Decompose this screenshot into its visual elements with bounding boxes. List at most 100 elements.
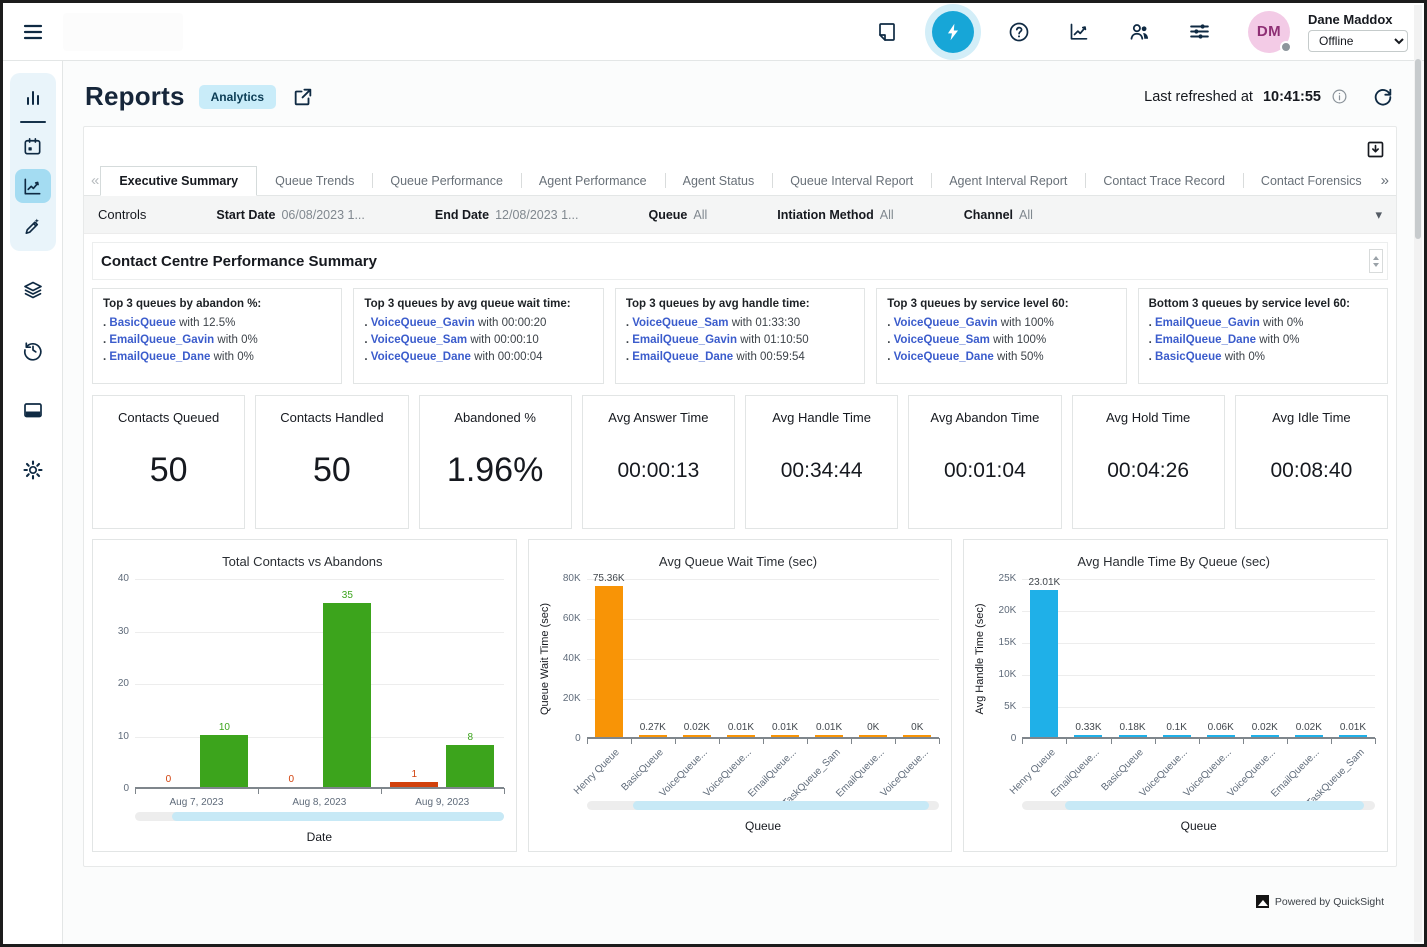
chart-title: Avg Handle Time By Queue (sec) xyxy=(972,554,1375,569)
sidebar-item-settings[interactable] xyxy=(15,453,51,487)
tab-agent-interval-report[interactable]: Agent Interval Report xyxy=(931,166,1085,195)
controls-collapse-icon[interactable]: ▾ xyxy=(1375,207,1382,223)
task-note-icon[interactable] xyxy=(866,11,908,53)
chart-scrollbar[interactable] xyxy=(1022,801,1375,810)
chart-scrollbar[interactable] xyxy=(587,801,940,810)
tab-queue-interval-report[interactable]: Queue Interval Report xyxy=(772,166,931,195)
bar[interactable] xyxy=(390,782,438,787)
bar[interactable] xyxy=(1074,735,1102,737)
insight-abandon-pct: Top 3 queues by abandon %: BasicQueue wi… xyxy=(92,288,342,384)
bar[interactable] xyxy=(200,735,248,788)
page-scrollbar[interactable] xyxy=(1414,5,1422,942)
queue-link[interactable]: VoiceQueue_Gavin xyxy=(371,317,475,329)
bar[interactable] xyxy=(683,735,711,737)
chart-scrollbar-thumb[interactable] xyxy=(1065,801,1365,810)
refresh-icon[interactable] xyxy=(1372,86,1394,108)
sidebar-item-dashboard[interactable] xyxy=(15,81,51,115)
insight-avg-handle: Top 3 queues by avg handle time: VoiceQu… xyxy=(615,288,865,384)
tab-queue-trends[interactable]: Queue Trends xyxy=(257,166,372,195)
bar[interactable] xyxy=(1030,590,1058,737)
chart-avg-handle-time-by-queue: Avg Handle Time By Queue (sec) Avg Handle… xyxy=(963,539,1388,852)
bar[interactable] xyxy=(446,745,494,787)
filter-start-date[interactable]: Start Date 06/08/2023 1... xyxy=(216,208,364,222)
app-window: DM Dane Maddox Offline xyxy=(0,0,1427,947)
x-axis-title: Queue xyxy=(587,819,940,833)
queue-link[interactable]: BasicQueue xyxy=(109,317,175,329)
bar-slot: 10 xyxy=(200,722,248,788)
settings-sliders-icon[interactable] xyxy=(1178,11,1220,53)
controls-label: Controls xyxy=(98,207,146,222)
queue-link[interactable]: BasicQueue xyxy=(1155,351,1221,363)
page-scrollbar-thumb[interactable] xyxy=(1415,59,1421,239)
bar-slot: 35 xyxy=(323,590,371,787)
queue-link[interactable]: EmailQueue_Dane xyxy=(632,351,733,363)
queue-link[interactable]: VoiceQueue_Gavin xyxy=(894,317,998,329)
bar[interactable] xyxy=(903,735,931,737)
users-icon[interactable] xyxy=(1118,11,1160,53)
plot: 75.36K0.27K0.02K0.01K0.01K0.01K0K0K xyxy=(587,579,940,739)
queue-link[interactable]: EmailQueue_Dane xyxy=(1155,334,1256,346)
kpi-row: Contacts Queued50 Contacts Handled50 Aba… xyxy=(92,395,1388,529)
bar[interactable] xyxy=(727,735,755,737)
queue-link[interactable]: EmailQueue_Gavin xyxy=(632,334,737,346)
summary-scroll-spinner[interactable] xyxy=(1369,249,1383,273)
queue-link[interactable]: VoiceQueue_Dane xyxy=(894,351,994,363)
queue-link[interactable]: EmailQueue_Gavin xyxy=(1155,317,1260,329)
tab-agent-performance[interactable]: Agent Performance xyxy=(521,166,665,195)
bar[interactable] xyxy=(1207,735,1235,737)
tab-queue-performance[interactable]: Queue Performance xyxy=(372,166,521,195)
sidebar-item-window[interactable] xyxy=(15,393,51,427)
sidebar-item-layers[interactable] xyxy=(15,273,51,307)
filter-channel[interactable]: Channel All xyxy=(964,208,1033,222)
insights-row: Top 3 queues by abandon %: BasicQueue wi… xyxy=(92,288,1388,384)
queue-link[interactable]: VoiceQueue_Sam xyxy=(371,334,467,346)
queue-link[interactable]: EmailQueue_Dane xyxy=(109,351,210,363)
queue-link[interactable]: VoiceQueue_Sam xyxy=(632,317,728,329)
tab-contact-trace-record[interactable]: Contact Trace Record xyxy=(1085,166,1243,195)
external-link-icon[interactable] xyxy=(292,86,314,108)
status-select[interactable]: Offline xyxy=(1308,30,1408,52)
info-icon[interactable] xyxy=(1331,88,1348,105)
bar[interactable] xyxy=(595,586,623,737)
sidebar-item-reports[interactable] xyxy=(15,169,51,203)
sidebar-item-history[interactable] xyxy=(15,333,51,367)
bar-slot: 0.01K xyxy=(763,722,807,737)
bar[interactable] xyxy=(859,735,887,737)
filter-queue[interactable]: Queue All xyxy=(648,208,707,222)
tab-contact-forensics[interactable]: Contact Forensics xyxy=(1243,166,1380,195)
bar[interactable] xyxy=(1163,735,1191,737)
chart-scrollbar[interactable] xyxy=(135,812,504,821)
bar[interactable] xyxy=(771,735,799,737)
x-axis-tick xyxy=(381,788,382,794)
queue-link[interactable]: VoiceQueue_Sam xyxy=(894,334,990,346)
chart-scrollbar-thumb[interactable] xyxy=(633,801,929,810)
download-icon[interactable] xyxy=(1365,139,1386,160)
kpi-avg-hold-time: Avg Hold Time00:04:26 xyxy=(1072,395,1225,529)
queue-link[interactable]: VoiceQueue_Dane xyxy=(371,351,471,363)
bar[interactable] xyxy=(1295,735,1323,737)
bar-slot: 0 xyxy=(267,774,315,787)
bar[interactable] xyxy=(1339,735,1367,737)
tab-executive-summary[interactable]: Executive Summary xyxy=(100,166,257,196)
metrics-icon[interactable] xyxy=(1058,11,1100,53)
tab-agent-status[interactable]: Agent Status xyxy=(665,166,773,195)
bar[interactable] xyxy=(639,735,667,737)
bar[interactable] xyxy=(1251,735,1279,737)
filter-end-date[interactable]: End Date 12/08/2023 1... xyxy=(435,208,579,222)
sidebar-item-schedule[interactable] xyxy=(15,129,51,163)
hamburger-menu-icon[interactable] xyxy=(3,20,63,44)
bar[interactable] xyxy=(1119,735,1147,737)
sidebar-item-flows[interactable] xyxy=(15,209,51,243)
tabs-scroll-right-icon[interactable]: » xyxy=(1380,166,1390,195)
filter-initiation-method[interactable]: Intiation Method All xyxy=(777,208,893,222)
bar-slot: 0.1K xyxy=(1155,722,1199,737)
chart-body: Avg Handle Time (sec)05K10K15K20K25K23.0… xyxy=(972,579,1375,833)
tabs-scroll-left-icon[interactable]: « xyxy=(90,166,100,195)
bar[interactable] xyxy=(815,735,843,737)
queue-link[interactable]: EmailQueue_Gavin xyxy=(109,334,214,346)
chart-scrollbar-thumb[interactable] xyxy=(172,812,504,821)
help-icon[interactable] xyxy=(998,11,1040,53)
bar[interactable] xyxy=(323,603,371,787)
kpi-avg-idle-time: Avg Idle Time00:08:40 xyxy=(1235,395,1388,529)
realtime-bolt-icon[interactable] xyxy=(932,11,974,53)
